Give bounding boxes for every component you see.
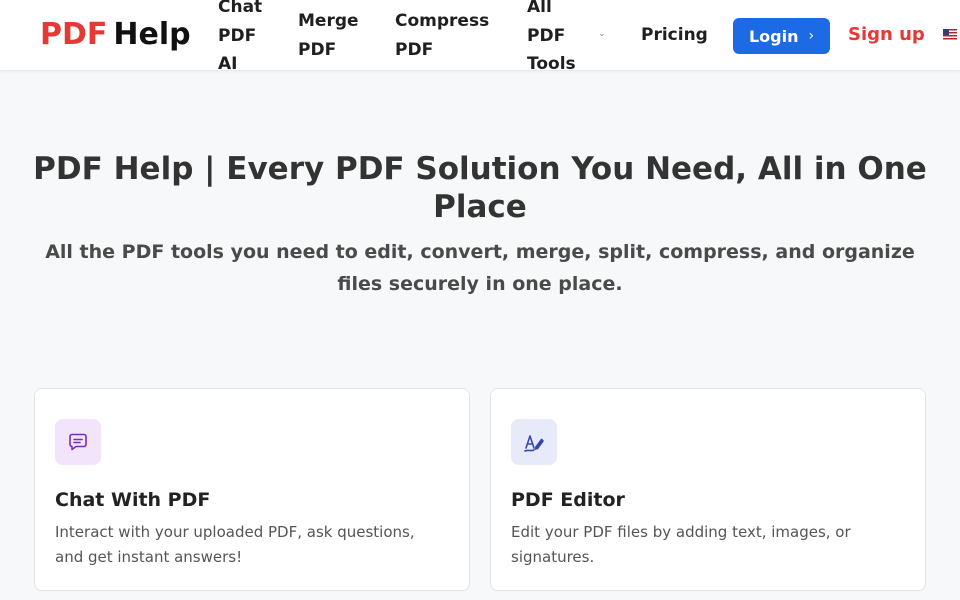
pen-edit-icon bbox=[511, 419, 557, 465]
logo-help-text: Help bbox=[113, 17, 191, 52]
site-header: PDF Help Chat PDF AI Merge PDF Compress P… bbox=[0, 0, 960, 74]
nav-pricing[interactable]: Pricing bbox=[641, 21, 721, 50]
nav-compress-pdf[interactable]: Compress PDF bbox=[395, 7, 505, 64]
nav-merge-pdf[interactable]: Merge PDF bbox=[298, 7, 378, 64]
login-button[interactable]: Login › bbox=[733, 18, 830, 54]
site-logo[interactable]: PDF Help bbox=[40, 15, 191, 55]
card-pdf-editor[interactable]: PDF Editor Edit your PDF files by adding… bbox=[490, 388, 926, 591]
card-chat-with-pdf[interactable]: Chat With PDF Interact with your uploade… bbox=[34, 388, 470, 591]
card-description: Edit your PDF files by adding text, imag… bbox=[511, 523, 851, 566]
chevron-down-icon[interactable]: ⌄ bbox=[598, 28, 606, 40]
us-flag-icon[interactable] bbox=[943, 29, 957, 40]
login-button-label: Login bbox=[748, 26, 799, 46]
chat-bubble-icon bbox=[55, 419, 101, 465]
nav-chat-pdf-ai[interactable]: Chat PDF AI bbox=[218, 0, 278, 79]
card-title: Chat With PDF bbox=[55, 489, 211, 511]
sign-up-link[interactable]: Sign up bbox=[848, 22, 925, 48]
nav-all-pdf-tools[interactable]: All PDF Tools bbox=[527, 0, 587, 79]
card-description: Interact with your uploaded PDF, ask que… bbox=[55, 523, 415, 566]
card-title: PDF Editor bbox=[511, 489, 625, 511]
hero-subtitle: All the PDF tools you need to edit, conv… bbox=[45, 241, 915, 295]
logo-pdf-text: PDF bbox=[40, 17, 108, 52]
hero-title: PDF Help | Every PDF Solution You Need, … bbox=[33, 151, 927, 225]
chevron-right-icon: › bbox=[808, 28, 815, 44]
